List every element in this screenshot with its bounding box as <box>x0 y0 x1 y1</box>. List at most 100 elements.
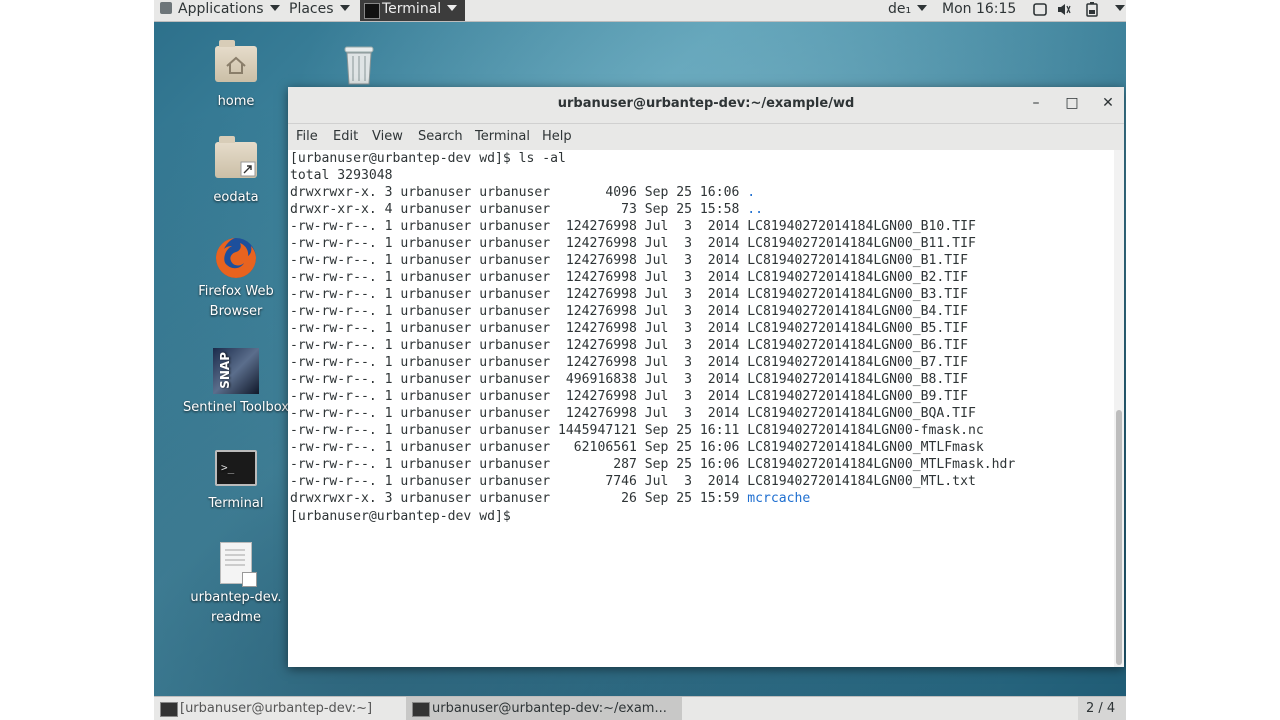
top-panel: Applications Places Terminal de₁ Mon 16:… <box>154 0 1126 22</box>
window-titlebar[interactable]: urbanuser@urbantep-dev:~/example/wd – □ … <box>288 87 1124 124</box>
terminal-prompt-line: [urbanuser@urbantep-dev wd]$ ls -al <box>290 150 566 167</box>
taskbar-item-terminal-home[interactable]: [urbanuser@urbantep-dev:~] <box>154 697 416 720</box>
workspace-switcher[interactable]: 2 / 4 <box>1078 697 1126 720</box>
terminal-output-line: -rw-rw-r--. 1 urbanuser urbanuser 124276… <box>290 218 976 235</box>
terminal-output-line: -rw-rw-r--. 1 urbanuser urbanuser 621065… <box>290 439 984 456</box>
terminal-line-text: -rw-rw-r--. 1 urbanuser urbanuser 124276… <box>290 287 968 302</box>
terminal-output-line: -rw-rw-r--. 1 urbanuser urbanuser 124276… <box>290 337 968 354</box>
terminal-line-text: -rw-rw-r--. 1 urbanuser urbanuser 124276… <box>290 253 968 268</box>
terminal-line-text: -rw-rw-r--. 1 urbanuser urbanuser 124276… <box>290 219 976 234</box>
folder-link-icon <box>215 136 257 178</box>
places-menu[interactable]: Places <box>289 0 350 21</box>
terminal-line-text: -rw-rw-r--. 1 urbanuser urbanuser 124276… <box>290 338 968 353</box>
terminal-line-text: -rw-rw-r--. 1 urbanuser urbanuser 124276… <box>290 389 968 404</box>
terminal-line-text: total 3293048 <box>290 168 393 183</box>
chevron-down-icon <box>447 5 458 11</box>
terminal-icon <box>364 3 380 19</box>
terminal-icon: >_ <box>215 450 257 486</box>
desktop-icon-label: Firefox Web Browser <box>198 284 274 319</box>
terminal-line-text: [urbanuser@urbantep-dev wd]$ <box>290 509 519 524</box>
terminal-output-line: -rw-rw-r--. 1 urbanuser urbanuser 287 Se… <box>290 456 1015 473</box>
desktop-icon-label: eodata <box>213 190 259 205</box>
document-link-icon <box>220 542 257 587</box>
battery-icon[interactable] <box>1085 2 1099 17</box>
desktop: Applications Places Terminal de₁ Mon 16:… <box>154 0 1126 720</box>
terminal-line-text: -rw-rw-r--. 1 urbanuser urbanuser 496916… <box>290 372 968 387</box>
keyboard-layout-menu[interactable]: de₁ <box>888 0 928 21</box>
clock[interactable]: Mon 16:15 <box>942 0 1016 21</box>
maximize-button[interactable]: □ <box>1062 95 1082 111</box>
menu-view[interactable]: View <box>372 129 403 144</box>
terminal-prompt-line: [urbanuser@urbantep-dev wd]$ <box>290 507 527 524</box>
chevron-down-icon <box>269 5 280 11</box>
terminal-output-line: total 3293048 <box>290 167 392 184</box>
keyboard-layout-label: de₁ <box>888 1 912 17</box>
terminal-output[interactable]: [urbanuser@urbantep-dev wd]$ ls -al total… <box>288 150 1114 667</box>
terminal-app-menu[interactable]: Terminal <box>360 0 466 21</box>
chevron-down-icon <box>339 5 350 11</box>
terminal-output-line: -rw-rw-r--. 1 urbanuser urbanuser 124276… <box>290 320 968 337</box>
terminal-line-text: -rw-rw-r--. 1 urbanuser urbanuser 124276… <box>290 304 968 319</box>
terminal-icon <box>160 702 178 717</box>
menu-search[interactable]: Search <box>418 129 463 144</box>
terminal-line-text: -rw-rw-r--. 1 urbanuser urbanuser 124276… <box>290 270 968 285</box>
taskbar-item-label: [urbanuser@urbantep-dev:~] <box>180 701 373 716</box>
desktop-icon-firefox[interactable]: Firefox Web Browser <box>181 236 291 322</box>
desktop-icon-terminal[interactable]: >_ Terminal <box>181 450 291 514</box>
chevron-down-icon <box>917 5 928 11</box>
terminal-line-text: -rw-rw-r--. 1 urbanuser urbanuser 144594… <box>290 423 984 438</box>
terminal-output-line: -rw-rw-r--. 1 urbanuser urbanuser 124276… <box>290 286 968 303</box>
snap-icon: SNAP <box>213 348 259 394</box>
terminal-output-line: -rw-rw-r--. 1 urbanuser urbanuser 7746 J… <box>290 473 976 490</box>
minimize-button[interactable]: – <box>1026 95 1046 111</box>
menu-edit[interactable]: Edit <box>333 129 358 144</box>
scrollbar-thumb[interactable] <box>1116 410 1122 665</box>
terminal-output-line: -rw-rw-r--. 1 urbanuser urbanuser 124276… <box>290 303 968 320</box>
bottom-panel: [urbanuser@urbantep-dev:~] urbanuser@urb… <box>154 696 1126 720</box>
window-title: urbanuser@urbantep-dev:~/example/wd <box>557 96 855 111</box>
terminal-line-text: -rw-rw-r--. 1 urbanuser urbanuser 124276… <box>290 321 968 336</box>
firefox-icon <box>216 238 256 278</box>
system-menu[interactable] <box>1109 0 1125 21</box>
terminal-line-text: -rw-rw-r--. 1 urbanuser urbanuser 124276… <box>290 236 976 251</box>
workspace-label: 2 / 4 <box>1086 701 1116 716</box>
screen-icon[interactable] <box>1033 2 1047 17</box>
directory-name: . <box>747 185 756 200</box>
terminal-app-label: Terminal <box>382 1 442 17</box>
terminal-output-line: -rw-rw-r--. 1 urbanuser urbanuser 124276… <box>290 252 968 269</box>
terminal-output-line: -rw-rw-r--. 1 urbanuser urbanuser 124276… <box>290 269 968 286</box>
terminal-output-line: drwxr-xr-x. 4 urbanuser urbanuser 73 Sep… <box>290 201 763 218</box>
trash-icon <box>344 46 374 85</box>
home-folder-icon <box>215 40 257 82</box>
terminal-icon <box>412 702 430 717</box>
terminal-output-line: drwxrwxr-x. 3 urbanuser urbanuser 4096 S… <box>290 184 755 201</box>
desktop-icon-readme[interactable]: urbantep-dev. readme <box>181 542 291 628</box>
terminal-line-text: drwxrwxr-x. 3 urbanuser urbanuser 4096 S… <box>290 185 748 200</box>
desktop-icon-eodata[interactable]: eodata <box>181 136 291 208</box>
desktop-icon-trash[interactable] <box>329 44 389 93</box>
scrollbar[interactable] <box>1114 150 1124 667</box>
terminal-output-line: -rw-rw-r--. 1 urbanuser urbanuser 124276… <box>290 405 976 422</box>
menu-terminal[interactable]: Terminal <box>475 129 530 144</box>
desktop-icon-sentinel-toolbox[interactable]: SNAP Sentinel Toolbox <box>181 348 291 418</box>
menu-file[interactable]: File <box>296 129 318 144</box>
directory-name: mcrcache <box>747 491 811 506</box>
terminal-output-line: -rw-rw-r--. 1 urbanuser urbanuser 124276… <box>290 354 968 371</box>
menu-help[interactable]: Help <box>542 129 572 144</box>
desktop-icon-label: Terminal <box>208 496 264 511</box>
desktop-icon-label: home <box>217 94 255 109</box>
taskbar-item-label: urbanuser@urbantep-dev:~/exam... <box>432 701 667 716</box>
taskbar-item-terminal-wd[interactable]: urbanuser@urbantep-dev:~/exam... <box>406 697 682 720</box>
terminal-output-line: -rw-rw-r--. 1 urbanuser urbanuser 124276… <box>290 235 976 252</box>
desktop-icon-home[interactable]: home <box>181 40 291 112</box>
applications-icon <box>160 2 172 14</box>
terminal-line-text: -rw-rw-r--. 1 urbanuser urbanuser 287 Se… <box>290 457 1016 472</box>
terminal-line-text: -rw-rw-r--. 1 urbanuser urbanuser 124276… <box>290 355 968 370</box>
applications-menu[interactable]: Applications <box>160 0 280 21</box>
text-cursor <box>519 507 527 522</box>
places-label: Places <box>289 1 334 17</box>
chevron-down-icon <box>1115 5 1125 11</box>
close-button[interactable]: ✕ <box>1098 95 1118 111</box>
volume-icon[interactable] <box>1057 2 1071 17</box>
terminal-output-line: -rw-rw-r--. 1 urbanuser urbanuser 496916… <box>290 371 968 388</box>
